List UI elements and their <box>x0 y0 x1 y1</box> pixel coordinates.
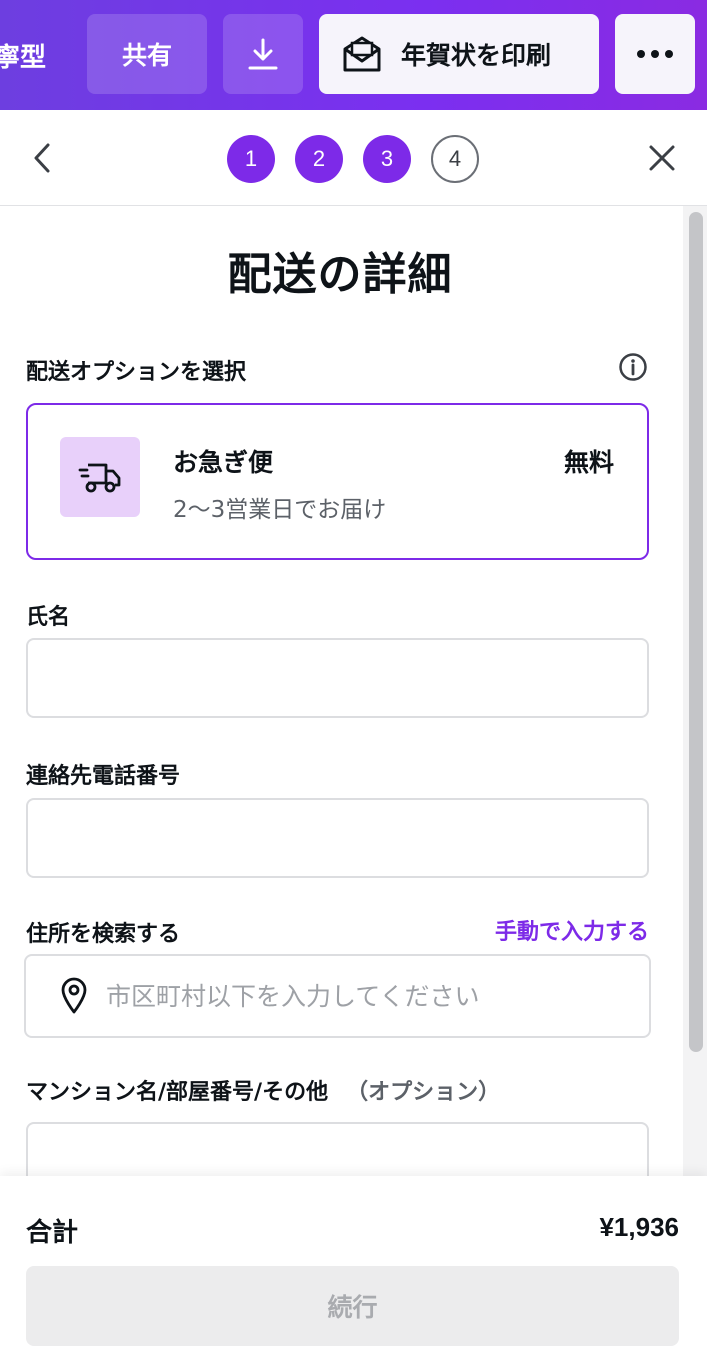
name-field[interactable] <box>26 638 649 718</box>
manual-entry-link[interactable]: 手動で入力する <box>495 914 649 946</box>
shipping-option-description: 2〜3営業日でお届け <box>173 497 387 523</box>
shipping-option-label: 配送オプションを選択 <box>26 360 247 385</box>
envelope-icon <box>343 36 381 72</box>
print-card-button[interactable]: 年賀状を印刷 <box>319 14 599 94</box>
shipping-option-card[interactable]: お急ぎ便 2〜3営業日でお届け 無料 <box>26 403 649 560</box>
download-icon <box>248 38 278 70</box>
close-button[interactable] <box>642 138 682 178</box>
stepper: 1 2 3 4 <box>227 135 479 183</box>
total-label: 合計 <box>26 1218 79 1248</box>
more-dots-icon <box>637 50 673 58</box>
continue-button[interactable]: 続行 <box>26 1266 679 1346</box>
truck-icon-container <box>60 437 140 517</box>
location-pin-icon <box>58 976 90 1016</box>
share-button[interactable]: 共有 <box>87 14 207 94</box>
shipping-option-name: お急ぎ便 <box>173 448 274 477</box>
address-search-input[interactable] <box>106 981 626 1011</box>
truck-icon <box>78 463 121 493</box>
step-3-indicator: 3 <box>363 135 411 183</box>
total-amount: ¥1,936 <box>599 1212 679 1242</box>
chevron-left-icon <box>34 143 50 173</box>
top-toolbar: 寧型 共有 年賀状を印刷 <box>0 0 707 110</box>
building-label-text: マンション名/部屋番号/その他 <box>26 1080 329 1105</box>
download-button[interactable] <box>223 14 303 94</box>
step-1-indicator: 1 <box>227 135 275 183</box>
address-search-field[interactable] <box>24 954 651 1038</box>
scrollbar-thumb[interactable] <box>689 212 703 1052</box>
name-label: 氏名 <box>26 605 71 630</box>
page-title: 配送の詳細 <box>227 249 453 300</box>
print-card-label: 年賀状を印刷 <box>401 41 552 70</box>
more-options-button[interactable] <box>615 14 695 94</box>
info-icon[interactable] <box>618 352 648 382</box>
template-type-label[interactable]: 寧型 <box>0 37 46 74</box>
phone-field[interactable] <box>26 798 649 878</box>
phone-label: 連絡先電話番号 <box>26 764 181 789</box>
order-footer: 合計 ¥1,936 続行 <box>0 1176 707 1362</box>
shipping-option-price: 無料 <box>563 448 614 477</box>
building-label: マンション名/部屋番号/その他 （オプション） <box>26 1074 500 1106</box>
step-2-indicator: 2 <box>295 135 343 183</box>
share-button-label: 共有 <box>121 41 172 70</box>
back-button[interactable] <box>22 138 62 178</box>
address-search-label: 住所を検索する <box>26 922 181 947</box>
step-header: 1 2 3 4 <box>0 110 707 206</box>
close-icon <box>649 145 675 171</box>
step-4-indicator: 4 <box>431 135 479 183</box>
building-optional-tag: （オプション） <box>346 1080 501 1105</box>
